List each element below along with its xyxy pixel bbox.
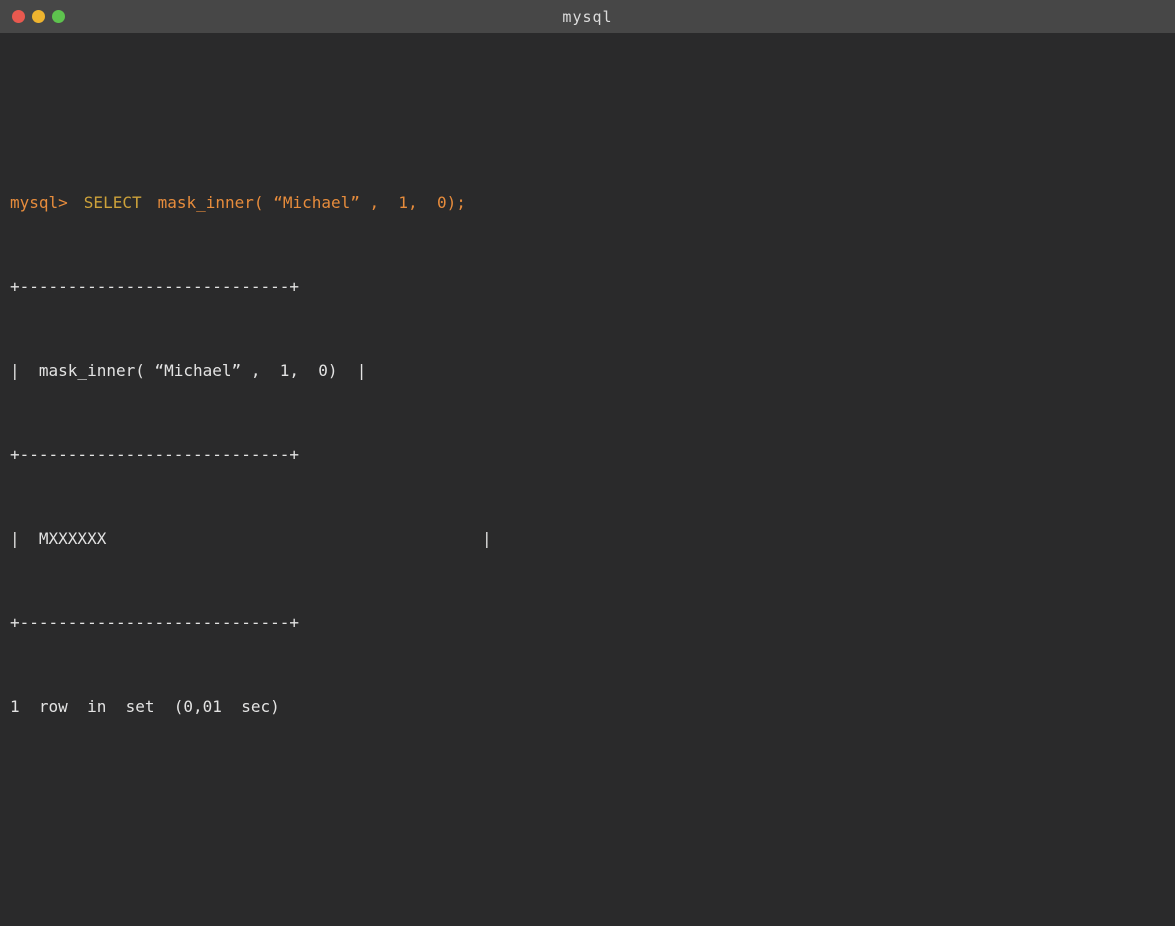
- query-result-block: mysql>SELECTmask_inner( “123456789012345…: [10, 889, 1175, 926]
- zoom-button[interactable]: [52, 10, 65, 23]
- status-line: 1 row in set (0,01 sec): [10, 693, 1175, 721]
- mysql-prompt: mysql>: [10, 193, 68, 212]
- window-title: mysql: [0, 8, 1175, 26]
- sql-expression: mask_inner( “Michael” , 1, 0);: [158, 193, 466, 212]
- query-result-block: mysql> SELECT mask_inner( “Michael” , 1, 0…: [10, 133, 1175, 777]
- titlebar[interactable]: mysql: [0, 0, 1175, 33]
- table-header-row: | mask_inner( “Michael” , 1, 0) |: [10, 357, 1175, 385]
- traffic-lights: [12, 0, 65, 33]
- sql-keyword: SELECT: [84, 193, 142, 212]
- terminal-window: mysql mysql> SELECT mask_inner( “Michael” …: [0, 0, 1175, 926]
- table-border-bottom: +----------------------------+: [10, 609, 1175, 637]
- table-border-top: +----------------------------+: [10, 273, 1175, 301]
- close-button[interactable]: [12, 10, 25, 23]
- terminal-content[interactable]: mysql> SELECT mask_inner( “Michael” , 1, 0…: [0, 33, 1175, 926]
- query-line: mysql> SELECT mask_inner( “Michael” , 1, 0…: [10, 189, 1175, 217]
- table-value-row: | MXXXXXX |: [10, 525, 1175, 553]
- table-border-mid: +----------------------------+: [10, 441, 1175, 469]
- minimize-button[interactable]: [32, 10, 45, 23]
